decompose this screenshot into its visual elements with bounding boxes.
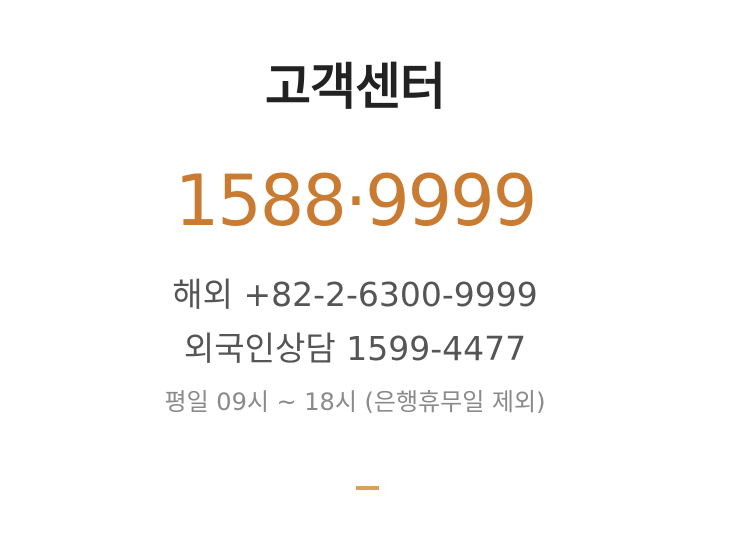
foreign-number: 1599-4477 [346,329,527,368]
business-hours: 평일 09시 ~ 18시 (은행휴무일 제외) [164,388,546,416]
customer-center-section: 고객센터 1588·9999 해외 +82-2-6300-9999 외국인상담 … [0,0,710,539]
overseas-number: +82-2-6300-9999 [243,275,538,314]
main-phone-number: 1588·9999 [174,160,538,242]
accent-divider [356,486,379,490]
foreign-contact: 외국인상담 1599-4477 [0,327,710,371]
overseas-contact: 해외 +82-2-6300-9999 [0,273,710,317]
foreign-label: 외국인상담 [183,329,336,368]
overseas-label: 해외 [172,275,233,314]
page-title: 고객센터 [265,58,446,116]
